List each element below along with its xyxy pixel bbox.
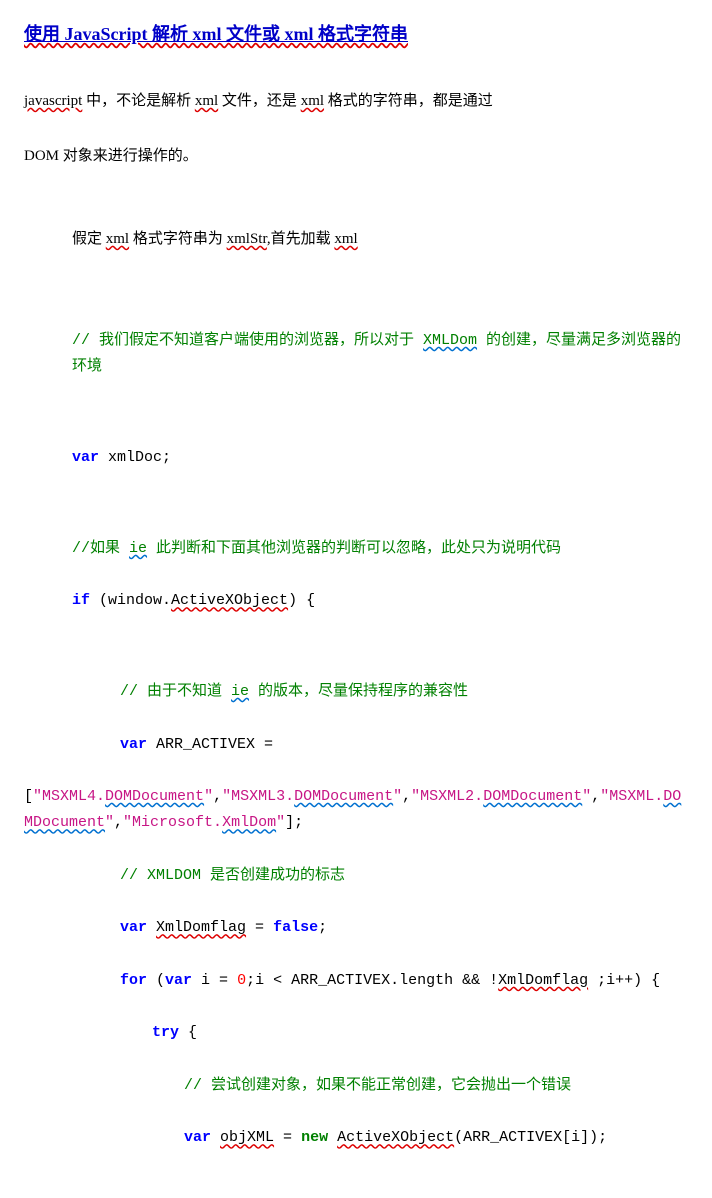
code-line: //如果 ie 此判断和下面其他浏览器的判断可以忽略，此处只为说明代码	[24, 536, 688, 562]
word: xml	[334, 231, 357, 247]
word: xml	[301, 93, 324, 109]
word: xml	[106, 231, 129, 247]
code-line: // 尝试创建对象，如果不能正常创建，它会抛出一个错误	[24, 1073, 688, 1099]
word: javascript	[24, 93, 82, 109]
code-line: if (window.ActiveXObject) {	[24, 588, 688, 614]
word: 文件，还是	[218, 93, 301, 109]
word: xml	[195, 93, 218, 109]
code-line: for (var i = 0;i < ARR_ACTIVEX.length &&…	[24, 968, 688, 994]
word: DOM 对象来进行操作的。	[24, 148, 198, 164]
code-line: ["MSXML4.DOMDocument","MSXML3.DOMDocumen…	[24, 784, 688, 837]
word: 格式的字符串，都是通过	[324, 93, 493, 109]
code-line: var XmlDomflag = false;	[24, 915, 688, 941]
word: 假定	[72, 231, 106, 247]
word: ,首先加载	[267, 231, 335, 247]
code-line: var xmlDoc;	[24, 445, 688, 471]
code-line: // 我们假定不知道客户端使用的浏览器，所以对于 XMLDom 的创建，尽量满足…	[24, 328, 688, 381]
code-line: var objXML = new ActiveXObject(ARR_ACTIV…	[24, 1125, 688, 1151]
word: 格式字符串为	[129, 231, 227, 247]
page-title: 使用 JavaScript 解析 xml 文件或 xml 格式字符串	[24, 20, 408, 49]
intro-line-1: javascript 中，不论是解析 xml 文件，还是 xml 格式的字符串，…	[24, 85, 688, 118]
title-text: 使用 JavaScript 解析 xml 文件或 xml 格式字符串	[24, 24, 408, 44]
code-line: // 由于不知道 ie 的版本，尽量保持程序的兼容性	[24, 679, 688, 705]
intro-section: javascript 中，不论是解析 xml 文件，还是 xml 格式的字符串，…	[24, 85, 688, 173]
intro-line-2: DOM 对象来进行操作的。	[24, 140, 688, 173]
code-block: // 我们假定不知道客户端使用的浏览器，所以对于 XMLDom 的创建，尽量满足…	[24, 302, 688, 1178]
assume-line: 假定 xml 格式字符串为 xmlStr,首先加载 xml	[24, 223, 688, 256]
word: xmlStr	[227, 231, 267, 247]
code-line: try {	[24, 1020, 688, 1046]
code-line: // XMLDOM 是否创建成功的标志	[24, 863, 688, 889]
word: 中，不论是解析	[82, 93, 195, 109]
code-line: var ARR_ACTIVEX =	[24, 732, 688, 758]
